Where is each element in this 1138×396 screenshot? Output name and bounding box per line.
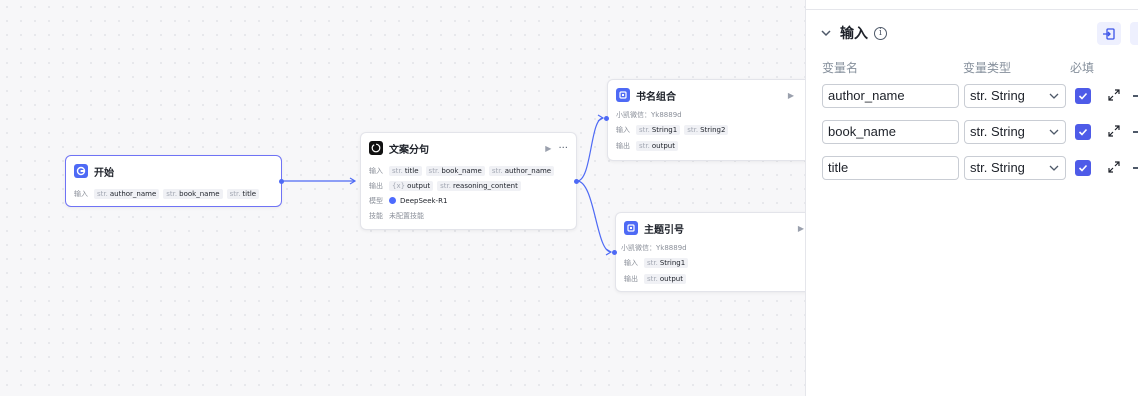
output-chip: {x} output [389,180,434,191]
variable-row: title str. String [822,156,1138,181]
input-chip: str. book_name [425,165,485,176]
input-label: 输入 [369,166,383,175]
skill-value: 未配置技能 [389,211,424,220]
expand-icon[interactable] [1107,88,1121,102]
author-line: 小凯微信：Yk8889d [616,111,682,119]
edge-arrow-bookname [597,114,605,122]
input-label: 输入 [616,126,630,134]
variable-type-select[interactable]: str. String [964,84,1066,108]
llm-icon [369,141,383,155]
variable-row: book_name str. String [822,120,1138,145]
author-line: 小凯微信：Yk8889d [621,244,687,252]
variable-type-value: str. String [970,160,1025,175]
model-name: DeepSeek-R1 [400,196,448,205]
variable-name-input[interactable]: author_name [822,84,959,108]
column-header-name: 变量名 [822,61,859,75]
copy-output-port[interactable] [574,179,579,184]
start-node-title: 开始 [94,167,114,179]
variable-type-select[interactable]: str. String [964,156,1066,180]
variable-type-value: str. String [970,88,1025,103]
input-chip: str. author_name [488,165,555,176]
column-header-required: 必填 [1070,61,1095,75]
add-variable-button[interactable] [1130,22,1138,45]
input-chip: str. String1 [644,258,689,268]
deepseek-icon [389,197,396,204]
edge-copy-to-theme [576,180,612,253]
input-label: 输入 [74,189,88,198]
panel-divider [806,9,1138,10]
required-checkbox[interactable] [1075,124,1091,140]
copy-node-title: 文案分句 [389,144,429,156]
import-icon [1103,27,1115,40]
plugin-icon [624,221,638,235]
edge-arrow-theme [605,248,613,256]
input-chip: str. author_name [94,188,160,199]
input-chip: str. book_name [163,188,223,199]
theme-input-port[interactable] [612,250,617,255]
required-checkbox[interactable] [1075,160,1091,176]
column-header-type: 变量类型 [963,61,1012,75]
variable-type-select[interactable]: str. String [964,120,1066,144]
run-icon[interactable]: ▶ [788,91,794,100]
start-output-port[interactable] [279,179,284,184]
import-button[interactable] [1097,22,1121,45]
input-chip: str. String1 [636,125,681,135]
output-chip: str. output [644,274,686,284]
chevron-down-icon [1049,129,1059,135]
run-icon[interactable]: ▶ [545,144,551,153]
bookname-input-port[interactable] [604,116,609,121]
input-chip: str. title [389,165,422,176]
info-icon[interactable]: i [874,26,887,40]
more-icon[interactable]: ··· [558,143,568,154]
output-chip: str. reasoning_content [437,180,521,191]
check-icon [1078,92,1088,100]
plugin-icon [616,88,630,102]
node-settings-panel: 输入 i 变量名 变量类型 必填 author_name str. String… [805,0,1138,396]
bookname-node-title: 书名组合 [636,91,676,103]
bookname-node[interactable]: 书名组合 ▶ 小凯微信：Yk8889d 输入 str. String1 str. S… [607,79,817,161]
input-chip: str. title [226,188,260,199]
output-chip: str. output [636,141,678,151]
check-icon [1078,164,1088,172]
variable-row: author_name str. String [822,84,1138,109]
chevron-down-icon[interactable] [820,27,832,39]
start-icon [74,164,88,178]
remove-variable-icon[interactable] [1133,131,1138,133]
output-label: 输出 [369,181,383,190]
expand-icon[interactable] [1107,160,1121,174]
input-label: 输入 [624,259,638,267]
expand-icon[interactable] [1107,124,1121,138]
run-icon[interactable]: ▶ [798,224,804,233]
section-title: 输入 [840,26,868,42]
chevron-down-icon [1049,165,1059,171]
theme-node[interactable]: 主题引号 ▶ 小凯微信：Yk8889d 输入 str. String1 输出 st… [615,212,815,292]
edge-copy-to-bookname [576,117,604,182]
remove-variable-icon[interactable] [1133,167,1138,169]
input-section-header[interactable]: 输入 i [820,23,1138,43]
start-node[interactable]: 开始 输入 str. author_name str. book_name str.… [65,155,282,207]
output-label: 输出 [616,142,630,150]
variable-name-input[interactable]: title [822,156,959,180]
required-checkbox[interactable] [1075,88,1091,104]
variable-type-value: str. String [970,124,1025,139]
theme-node-title: 主题引号 [644,224,684,236]
workflow-canvas[interactable]: 开始 输入 str. author_name str. book_name str.… [0,0,817,396]
variable-name-input[interactable]: book_name [822,120,959,144]
model-label: 模型 [369,196,383,205]
check-icon [1078,128,1088,136]
input-chip: str. String2 [684,125,729,135]
copy-split-node[interactable]: 文案分句 ▶ ··· 输入 str. title str. book_name st… [360,132,577,230]
remove-variable-icon[interactable] [1133,95,1138,97]
skill-label: 技能 [369,211,383,220]
chevron-down-icon [1049,93,1059,99]
output-label: 输出 [624,275,638,283]
